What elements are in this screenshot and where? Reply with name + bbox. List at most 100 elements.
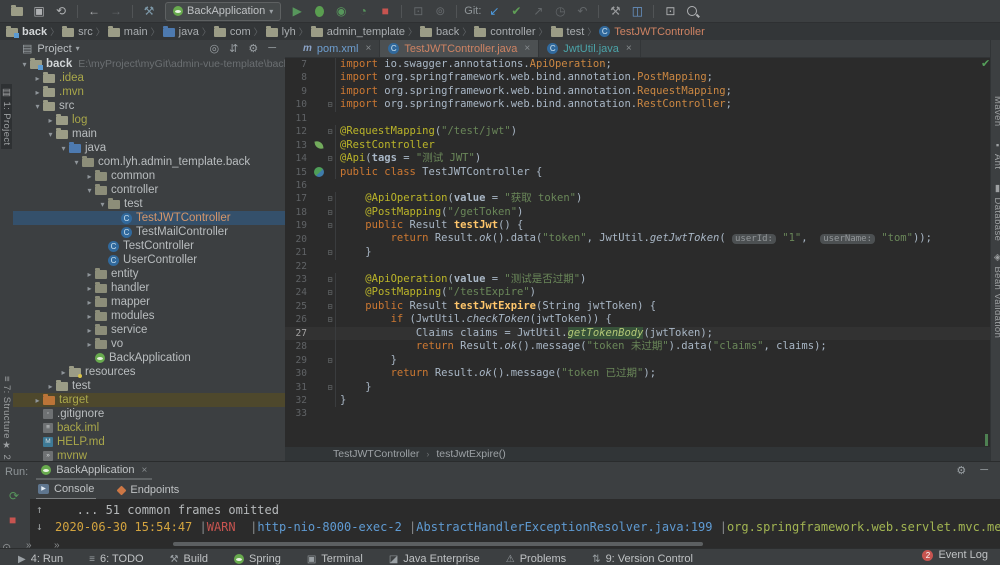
tree-item-back[interactable]: ▾ back E:\myProject\myGit\admin-vue-templa… [13,57,285,71]
breadcrumb-item-main[interactable]: main [107,25,148,38]
breadcrumb-item-src[interactable]: src [62,25,93,38]
settings-icon[interactable]: ⚙ [248,42,258,55]
fold-icon[interactable]: ⊟ [325,125,335,138]
breadcrumb-item-java[interactable]: java [162,25,199,38]
breadcrumb-item-back[interactable]: back [420,25,459,38]
fold-icon[interactable]: ⊟ [325,246,335,259]
tree-item-entity[interactable]: ▸ entity [13,267,285,281]
breadcrumb-method[interactable]: testJwtExpire() [436,448,505,460]
line-number[interactable]: 20 [285,233,312,246]
tree-item-HELP.md[interactable]: M HELP.md [13,435,285,449]
line-number[interactable]: 8 [285,71,312,84]
fold-icon[interactable]: ⊟ [325,98,335,111]
line-number[interactable]: 22 [285,260,312,273]
line-number[interactable]: 7 [285,58,312,71]
line-number[interactable]: 16 [285,179,312,192]
rerun-icon[interactable]: ⟳ [9,489,19,503]
breadcrumb-item-test[interactable]: test [550,25,584,38]
horizontal-scrollbar[interactable] [173,542,703,546]
collapsed-arrow-icon[interactable]: ▸ [45,116,56,125]
history-icon[interactable]: ◷ [552,2,568,20]
tree-item-handler[interactable]: ▸ handler [13,281,285,295]
tree-item-TestJWTController[interactable]: C TestJWTController [13,211,285,225]
stripe-beanvalidation[interactable]: ◈ Bean Validation [992,252,1000,338]
line-number[interactable]: 28 [285,340,312,353]
tree-item-mvnw[interactable]: » mvnw [13,449,285,461]
tree-item-TestController[interactable]: C TestController [13,239,285,253]
stop-icon[interactable]: ■ [377,2,393,20]
line-number[interactable]: 26 [285,313,312,326]
run-tab-endpoints[interactable]: Endpoints [116,481,181,499]
editor-tab-pom.xml[interactable]: m pom.xml × [295,40,381,57]
editor-tab-JwtUtil.java[interactable]: C JwtUtil.java × [539,40,641,57]
collapsed-arrow-icon[interactable]: ▸ [45,382,56,391]
line-number[interactable]: 19 [285,219,312,232]
stripe-project[interactable]: ▤ 1: Project [1,84,12,149]
tree-item-resources[interactable]: ▸ resources [13,365,285,379]
expanded-arrow-icon[interactable]: ▾ [58,144,69,153]
rollback-icon[interactable]: ↶ [574,2,590,20]
close-icon[interactable]: × [626,43,632,54]
debug-icon[interactable] [311,2,327,20]
fold-icon[interactable]: ⊟ [325,354,335,367]
expanded-arrow-icon[interactable]: ▾ [19,60,30,69]
locate-icon[interactable]: ◎ [210,42,220,55]
line-number[interactable]: 14 [285,152,312,165]
fold-icon[interactable]: ⊟ [325,206,335,219]
fold-icon[interactable]: ⊟ [325,192,335,205]
tree-item-target[interactable]: ▸ target [13,393,285,407]
close-icon[interactable]: × [142,465,148,476]
toolwindow-button-6todo[interactable]: ≡ 6: TODO [89,553,143,565]
collapsed-arrow-icon[interactable]: ▸ [58,368,69,377]
tree-item-test[interactable]: ▾ test [13,197,285,211]
popup-window-icon[interactable]: ⊡ [410,2,426,20]
line-number[interactable]: 30 [285,367,312,380]
tree-item-TestMailController[interactable]: C TestMailController [13,225,285,239]
tree-item-UserController[interactable]: C UserController [13,253,285,267]
line-number[interactable]: 29 [285,354,312,367]
collapsed-arrow-icon[interactable]: ▸ [84,284,95,293]
search-icon[interactable] [684,2,700,20]
tree-item-.gitignore[interactable]: ◦ .gitignore [13,407,285,421]
expanded-arrow-icon[interactable]: ▾ [45,130,56,139]
hide-panel-icon[interactable]: ─ [268,42,276,55]
toolwindow-button-terminal[interactable]: ▣ Terminal [307,553,363,565]
run-settings-icon[interactable]: ⚙ [956,464,966,477]
stop-run-icon[interactable]: ■ [9,513,16,527]
expanded-arrow-icon[interactable]: ▾ [97,200,108,209]
stripe-database[interactable]: ▮ Database [992,183,1000,241]
breadcrumb-item-lyh[interactable]: lyh [265,25,296,38]
runclass-gutter-icon[interactable] [312,167,325,178]
tree-item-BackApplication[interactable]: BackApplication [13,351,285,365]
fold-icon[interactable]: ⊟ [325,381,335,394]
event-log[interactable]: 2 Event Log [922,549,988,561]
fold-icon[interactable]: ⊟ [325,313,335,326]
line-number[interactable]: 18 [285,206,312,219]
collapsed-arrow-icon[interactable]: ▸ [84,298,95,307]
tree-item-log[interactable]: ▸ log [13,113,285,127]
scroll-up-icon[interactable]: ↑ [36,503,43,516]
fold-icon[interactable]: ⊟ [325,300,335,313]
layout-icon[interactable]: ◫ [629,2,645,20]
breadcrumb-item-TestJWTController[interactable]: C TestJWTController [599,26,705,38]
stripe-ant[interactable]: ▪ Ant [992,140,1000,169]
leaf-gutter-icon[interactable] [312,140,325,150]
open-folder-icon[interactable] [9,2,25,20]
toolwindow-button-4run[interactable]: ▶ 4: Run [18,553,63,565]
fold-icon[interactable]: ⊟ [325,273,335,286]
tree-item-.mvn[interactable]: ▸ .mvn [13,85,285,99]
profiler-icon[interactable]: ◔ [355,2,371,20]
sync-icon[interactable]: ⟲ [53,2,69,20]
breadcrumb-item-admin_template[interactable]: admin_template [310,25,405,38]
tree-item-.idea[interactable]: ▸ .idea [13,71,285,85]
tree-item-main[interactable]: ▾ main [13,127,285,141]
tree-item-com.lyh.admin_template.back[interactable]: ▾ com.lyh.admin_template.back [13,155,285,169]
line-number[interactable]: 23 [285,273,312,286]
toolwindow-button-spring[interactable]: Spring [234,553,281,565]
run-coverage-icon[interactable]: ◉ [333,2,349,20]
line-number[interactable]: 24 [285,286,312,299]
tree-item-modules[interactable]: ▸ modules [13,309,285,323]
line-number[interactable]: 21 [285,246,312,259]
back-icon[interactable]: ← [86,2,102,20]
tree-item-service[interactable]: ▸ service [13,323,285,337]
